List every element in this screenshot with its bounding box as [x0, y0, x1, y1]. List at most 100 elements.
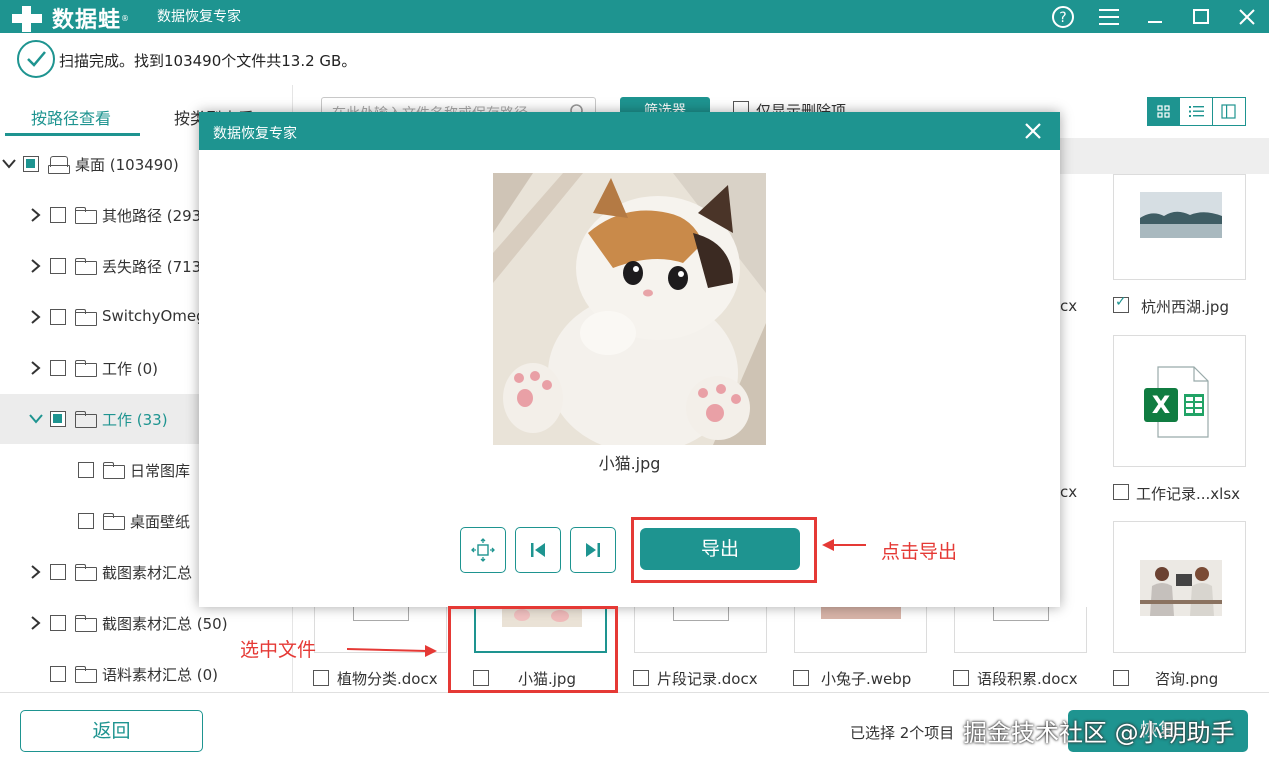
file-checkbox[interactable] [633, 670, 649, 686]
folder-icon [75, 564, 97, 581]
folder-icon [75, 411, 97, 428]
tree-checkbox[interactable] [78, 513, 94, 529]
svg-text:?: ? [1059, 10, 1066, 26]
view-mode-switch [1147, 97, 1246, 126]
scan-complete-icon [17, 40, 55, 78]
tree-item-label: 语料素材汇总 (0) [102, 666, 219, 684]
chevron-down-icon[interactable] [2, 157, 16, 171]
back-button[interactable]: 返回 [20, 710, 203, 752]
next-icon[interactable] [570, 527, 616, 573]
preview-filename: 小猫.jpg [598, 454, 661, 473]
tree-checkbox[interactable] [50, 207, 66, 223]
window-controls: ? [1051, 0, 1259, 33]
scan-status-text: 扫描完成。找到103490个文件共13.2 GB。 [59, 52, 357, 70]
app-logo: 数据蛙 ® [10, 2, 129, 34]
chevron-right-icon[interactable] [29, 565, 43, 579]
doc-file-icon [993, 607, 1049, 621]
doc-file-icon [673, 607, 729, 621]
tree-checkbox[interactable] [50, 309, 66, 325]
file-checkbox[interactable] [313, 670, 329, 686]
folder-icon [75, 615, 97, 632]
tree-item-label: 工作 (33) [102, 411, 168, 429]
file-label-worklog: 工作记录...xlsx [1136, 485, 1241, 503]
file-label: 咨询.png [1155, 670, 1219, 688]
tree-checkbox[interactable] [78, 462, 94, 478]
export-highlight-box [631, 517, 817, 583]
tree-checkbox[interactable] [23, 156, 39, 172]
folder-icon [75, 309, 97, 326]
folder-icon [103, 513, 125, 530]
tab-active-indicator [5, 133, 140, 136]
file-thumb-consult[interactable] [1113, 521, 1246, 653]
annotation-select-file: 选中文件 [240, 639, 317, 661]
tree-checkbox[interactable] [50, 615, 66, 631]
file-checkbox-hangzhou[interactable] [1113, 294, 1129, 313]
folder-icon [103, 462, 125, 479]
file-thumb-rabbit[interactable] [794, 607, 927, 653]
help-icon[interactable]: ? [1051, 5, 1075, 29]
file-thumb-worklog[interactable]: X [1113, 335, 1246, 467]
excel-file-icon: X [1144, 366, 1209, 438]
tree-item-label: 其他路径 (293 [102, 207, 202, 225]
file-label: 片段记录.docx [657, 670, 758, 688]
tree-item-label: 工作 (0) [102, 360, 159, 378]
brand-name: 数据蛙 [52, 8, 122, 33]
detail-view-icon[interactable] [1213, 98, 1245, 125]
close-icon[interactable] [1235, 5, 1259, 29]
tree-item-label: 丢失路径 (713 [102, 258, 202, 276]
tree-checkbox[interactable] [50, 666, 66, 682]
drive-icon [48, 156, 70, 174]
tab-by-path[interactable]: 按路径查看 [31, 105, 111, 129]
chevron-right-icon[interactable] [29, 361, 43, 375]
chevron-right-icon[interactable] [29, 616, 43, 630]
registered-mark: ® [121, 13, 130, 23]
file-label: 语段积累.docx [977, 670, 1078, 688]
file-label-hangzhou: 杭州西湖.jpg [1141, 298, 1229, 316]
chevron-right-icon[interactable] [29, 208, 43, 222]
title-bar: 数据蛙 ® 数据恢复专家 ? [0, 0, 1269, 33]
folder-icon [75, 258, 97, 275]
rabbit-photo-icon [821, 607, 901, 619]
tree-item-label: SwitchyOmeg [102, 307, 206, 325]
svg-text:X: X [1152, 391, 1171, 419]
lake-photo-icon [1140, 192, 1222, 238]
doc-file-icon [353, 607, 409, 621]
chevron-right-icon[interactable] [29, 310, 43, 324]
app-name: 数据恢复专家 [157, 9, 241, 25]
menu-icon[interactable] [1097, 5, 1121, 29]
dialog-close-icon[interactable] [1024, 118, 1042, 146]
file-checkbox[interactable] [953, 670, 969, 686]
file-checkbox[interactable] [793, 670, 809, 686]
scan-status-row: 扫描完成。找到103490个文件共13.2 GB。 [0, 33, 1269, 85]
folder-icon [75, 360, 97, 377]
previous-icon[interactable] [515, 527, 561, 573]
preview-dialog: 数据恢复专家 小猫.jpg 导出 [199, 112, 1060, 607]
file-thumb-hangzhou[interactable] [1113, 174, 1246, 280]
file-thumb-passage[interactable] [954, 607, 1087, 653]
tree-item-label: 截图素材汇总 [102, 564, 193, 582]
file-label: 小兔子.webp [821, 670, 912, 688]
file-checkbox[interactable] [1113, 670, 1129, 686]
file-label: 植物分类.docx [337, 670, 438, 688]
tree-checkbox[interactable] [50, 258, 66, 274]
office-photo-icon [1140, 560, 1222, 616]
select-file-highlight-box [448, 606, 618, 693]
tree-item-label: 桌面壁纸 [130, 513, 191, 531]
maximize-icon[interactable] [1189, 5, 1213, 29]
tree-checkbox[interactable] [50, 411, 66, 427]
fit-screen-icon[interactable] [460, 527, 506, 573]
tree-checkbox[interactable] [50, 564, 66, 580]
file-label-partial-1: cx [1060, 297, 1078, 315]
file-checkbox-worklog[interactable] [1113, 484, 1129, 500]
chevron-right-icon[interactable] [29, 259, 43, 273]
watermark: 掘金技术社区 @小明助手 [963, 719, 1235, 747]
chevron-down-icon[interactable] [29, 412, 43, 426]
tree-checkbox[interactable] [50, 360, 66, 376]
logo-cross-icon [10, 4, 44, 32]
grid-view-icon[interactable] [1148, 98, 1181, 125]
file-thumb-fragment[interactable] [634, 607, 767, 653]
list-view-icon[interactable] [1180, 98, 1213, 125]
dialog-title: 数据恢复专家 [213, 126, 297, 142]
folder-icon [75, 207, 97, 224]
minimize-icon[interactable] [1143, 5, 1167, 29]
